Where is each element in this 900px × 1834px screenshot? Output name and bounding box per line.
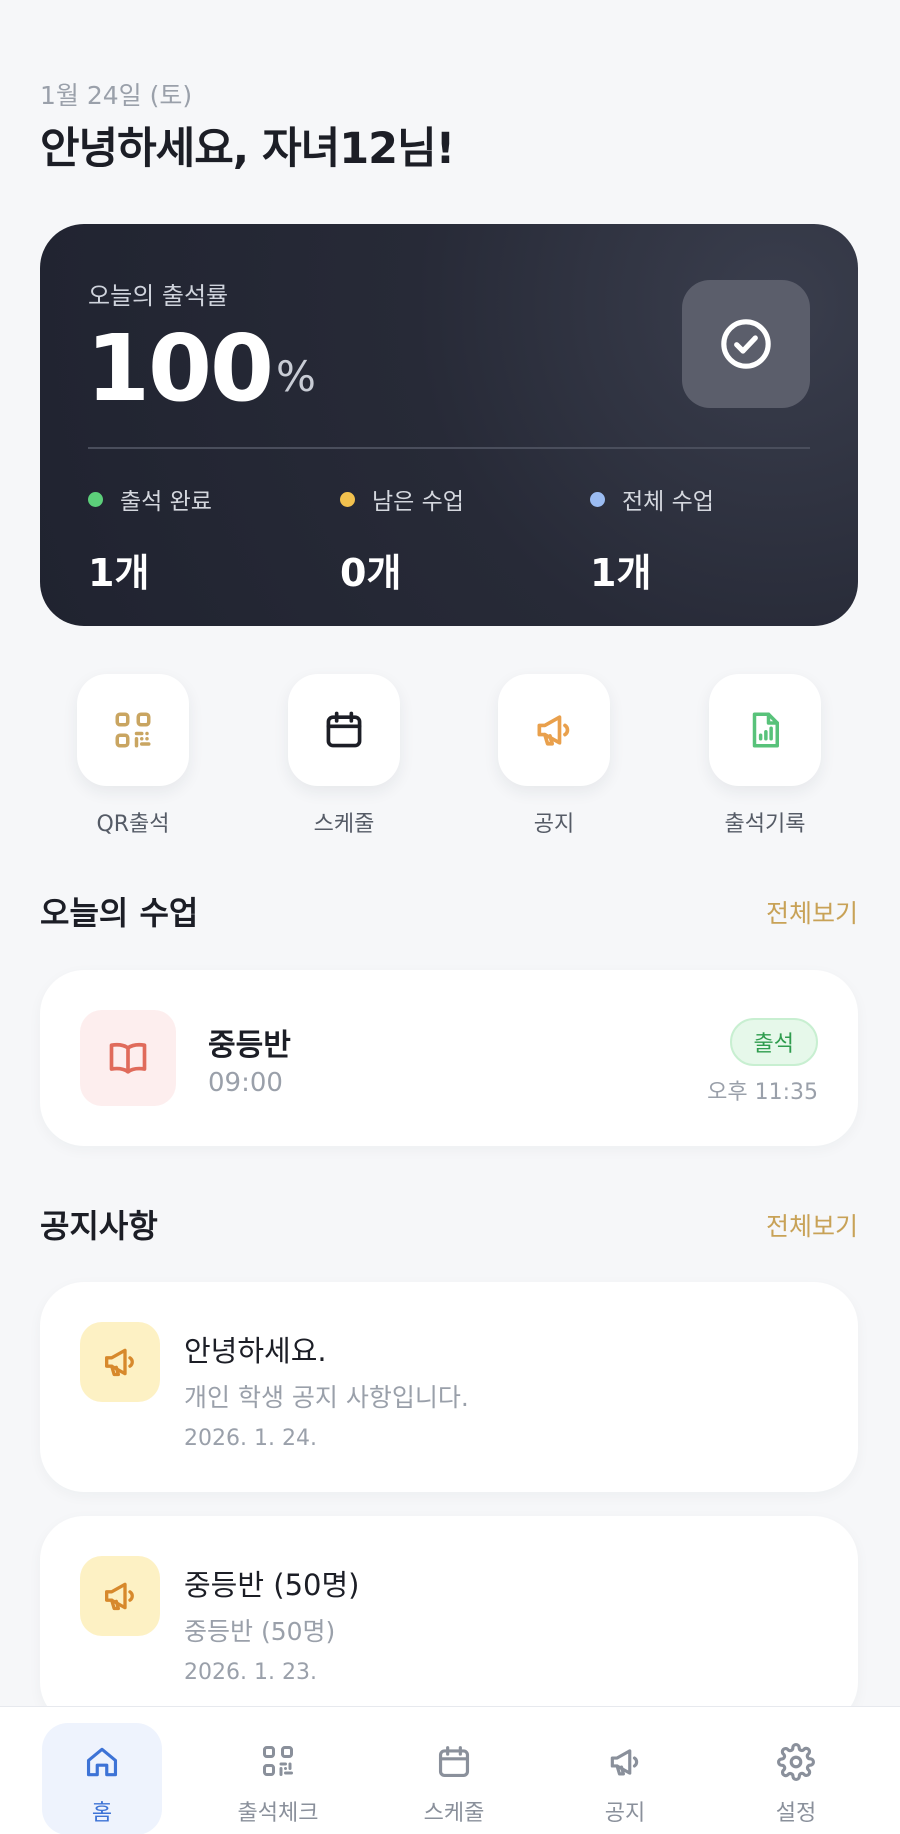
bottom-nav: 홈 출석체크 스케줄 공지 설정 (0, 1706, 900, 1834)
records-button[interactable] (709, 674, 821, 786)
class-card[interactable]: 중등반 09:00 출석 오후 11:35 (40, 970, 858, 1146)
notice-date: 2026. 1. 23. (184, 1660, 317, 1685)
calendar-icon (326, 711, 362, 748)
check-badge (682, 280, 810, 408)
quick-action-label: 스케줄 (313, 812, 375, 837)
nav-label: 설정 (775, 1801, 817, 1826)
status-dot (88, 491, 103, 507)
quick-action-qr[interactable]: QR출석 (77, 674, 189, 838)
qr-code-icon (115, 712, 151, 748)
nav-item-settings[interactable]: 설정 (736, 1723, 856, 1834)
stat-label: 출석 완료 (120, 489, 212, 515)
status-dot (590, 491, 605, 507)
megaphone-icon (105, 1348, 134, 1377)
class-icon-tile (80, 1010, 176, 1106)
notice-date: 2026. 1. 24. (184, 1426, 317, 1451)
quick-action-label: 출석기록 (724, 812, 806, 837)
qr-button[interactable] (77, 674, 189, 786)
megaphone-icon (610, 1749, 639, 1776)
schedule-button[interactable] (288, 674, 400, 786)
stat-value: 0개 (340, 551, 402, 595)
notices-title: 공지사항 (40, 1207, 158, 1245)
nav-item-home[interactable]: 홈 (42, 1723, 162, 1834)
quick-action-label: QR출석 (96, 812, 170, 837)
quick-action-schedule[interactable]: 스케줄 (288, 674, 400, 838)
check-circle-icon (721, 319, 771, 369)
attendance-rate-unit: % (276, 352, 316, 401)
today-classes-view-all-link[interactable]: 전체보기 (766, 894, 858, 930)
notice-body: 개인 학생 공지 사항입니다. (184, 1383, 469, 1412)
nav-label: 공지 (604, 1801, 646, 1826)
notices-view-all-link[interactable]: 전체보기 (766, 1207, 858, 1243)
check-in-time: 오후 11:35 (707, 1080, 818, 1105)
book-icon (109, 1042, 147, 1074)
nav-item-notice[interactable]: 공지 (565, 1723, 685, 1834)
nav-label: 출석체크 (237, 1801, 319, 1826)
megaphone-icon (105, 1582, 134, 1611)
greeting-title: 안녕하세요, 자녀12님! (40, 124, 455, 174)
notice-item[interactable]: 중등반 (50명) 중등반 (50명) 2026. 1. 23. (40, 1516, 858, 1726)
calendar-icon (438, 1746, 470, 1778)
stat-value: 1개 (590, 551, 652, 595)
notice-button[interactable] (498, 674, 610, 786)
stat-label: 전체 수업 (622, 489, 714, 515)
attendance-rate-value: 100 (86, 315, 274, 422)
stat-attended: 출석 완료 1개 (88, 482, 212, 597)
notice-title: 안녕하세요. (184, 1334, 327, 1368)
qr-code-icon (263, 1746, 293, 1776)
class-time: 09:00 (208, 1068, 283, 1098)
home-icon (86, 1747, 118, 1777)
gear-icon (777, 1743, 815, 1781)
notice-title: 중등반 (50명) (184, 1568, 360, 1602)
today-date: 1월 24일 (토) (40, 81, 193, 110)
attendance-rate-label: 오늘의 출석률 (88, 282, 229, 310)
notice-item[interactable]: 안녕하세요. 개인 학생 공지 사항입니다. 2026. 1. 24. (40, 1282, 858, 1492)
attendance-status-badge: 출석 (729, 1018, 818, 1066)
status-dot (340, 491, 355, 507)
notice-icon-tile (80, 1322, 160, 1402)
hero-divider (88, 447, 810, 449)
stat-total: 전체 수업 1개 (590, 482, 714, 597)
quick-action-notice[interactable]: 공지 (498, 674, 610, 838)
quick-action-label: 공지 (533, 812, 575, 837)
stat-value: 1개 (88, 551, 150, 595)
notice-icon-tile (80, 1556, 160, 1636)
nav-item-attendance[interactable]: 출석체크 (218, 1723, 338, 1834)
class-name: 중등반 (208, 1028, 291, 1063)
megaphone-icon (537, 715, 570, 746)
notice-body: 중등반 (50명) (184, 1617, 336, 1646)
nav-label: 스케줄 (423, 1801, 485, 1826)
stat-remaining: 남은 수업 0개 (340, 482, 464, 597)
home-screen: 1월 24일 (토) 안녕하세요, 자녀12님! 오늘의 출석률 100 % 출… (0, 0, 900, 1834)
attendance-summary-card: 오늘의 출석률 100 % 출석 완료 1개 남은 수업 0개 전체 수업 1개 (40, 224, 858, 626)
nav-label: 홈 (91, 1801, 113, 1826)
stat-label: 남은 수업 (372, 489, 464, 515)
nav-item-schedule[interactable]: 스케줄 (394, 1723, 514, 1834)
document-chart-icon (752, 712, 779, 748)
today-classes-title: 오늘의 수업 (40, 894, 199, 932)
quick-action-records[interactable]: 출석기록 (709, 674, 821, 838)
